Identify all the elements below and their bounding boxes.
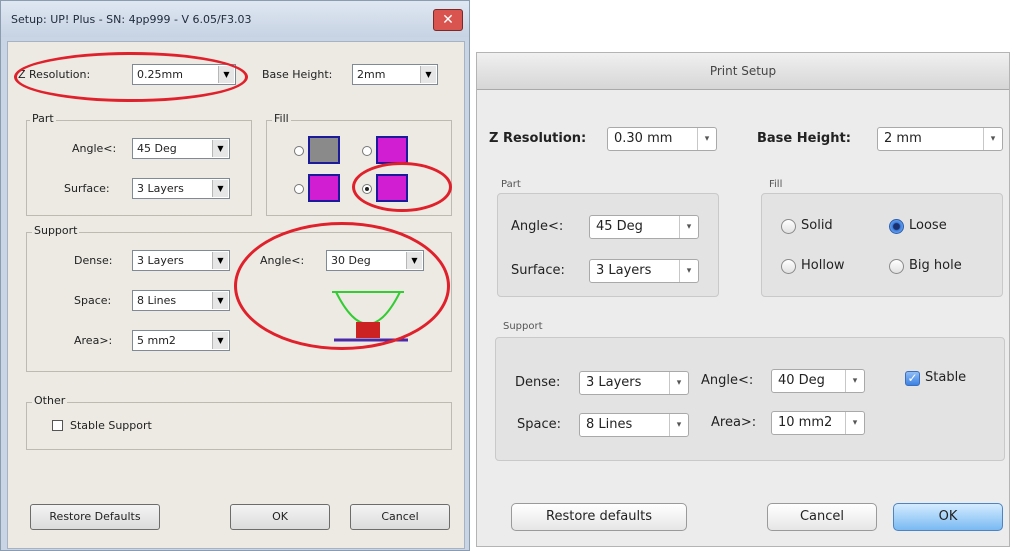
- stable-support-label: Stable Support: [70, 419, 152, 432]
- highlight-circle: [14, 52, 248, 102]
- support-group-label: Support: [503, 321, 543, 332]
- chevron-down-icon[interactable]: ▼: [212, 140, 228, 157]
- chevron-down-icon[interactable]: ▾: [697, 128, 716, 150]
- fill-option-2-radio[interactable]: [362, 146, 372, 156]
- part-surface-label: Surface:: [64, 182, 110, 195]
- restore-defaults-button[interactable]: Restore Defaults: [30, 504, 160, 530]
- fill-option-1-radio[interactable]: [294, 146, 304, 156]
- support-group-label: Support: [32, 224, 80, 237]
- support-area-select[interactable]: 5 mm2 ▼: [132, 330, 230, 351]
- fill-hollow-radio[interactable]: [781, 259, 796, 274]
- chevron-down-icon[interactable]: ▼: [212, 332, 228, 349]
- stable-checkbox[interactable]: ✓: [905, 371, 920, 386]
- z-resolution-select[interactable]: 0.30 mm ▾: [607, 127, 717, 151]
- chevron-down-icon[interactable]: ▾: [669, 414, 688, 436]
- z-resolution-label: Z Resolution:: [489, 131, 587, 146]
- fill-hollow-label: Hollow: [801, 258, 845, 273]
- chevron-down-icon[interactable]: ▼: [212, 292, 228, 309]
- part-surface-select[interactable]: 3 Layers ▼: [132, 178, 230, 199]
- support-area-label: Area>:: [74, 334, 113, 347]
- highlight-circle: [234, 222, 450, 350]
- ok-button[interactable]: OK: [893, 503, 1003, 531]
- cancel-button[interactable]: Cancel: [350, 504, 450, 530]
- support-group: [495, 337, 1005, 461]
- fill-solid-swatch[interactable]: [308, 136, 340, 164]
- base-height-label: Base Height:: [262, 68, 333, 81]
- support-dense-select[interactable]: 3 Layers ▾: [579, 371, 689, 395]
- part-angle-label: Angle<:: [511, 219, 564, 234]
- base-height-select[interactable]: 2 mm ▾: [877, 127, 1003, 151]
- part-group: [26, 120, 252, 216]
- base-height-label: Base Height:: [757, 131, 851, 146]
- support-space-label: Space:: [517, 417, 561, 432]
- fill-big-hole-label: Big hole: [909, 258, 962, 273]
- chevron-down-icon[interactable]: ▼: [212, 180, 228, 197]
- mac-print-setup-dialog: Print Setup Z Resolution: 0.30 mm ▾ Base…: [476, 52, 1010, 547]
- stable-label: Stable: [925, 370, 967, 385]
- windows-title-bar: Setup: UP! Plus - SN: 4pp999 - V 6.05/F3…: [1, 1, 469, 37]
- support-space-label: Space:: [74, 294, 112, 307]
- other-group-label: Other: [32, 394, 68, 407]
- fill-option-3-radio[interactable]: [294, 184, 304, 194]
- close-icon: ✕: [442, 12, 454, 28]
- mac-title-bar: Print Setup: [477, 53, 1009, 90]
- part-angle-select[interactable]: 45 Deg ▾: [589, 215, 699, 239]
- fill-hollow-swatch[interactable]: [308, 174, 340, 202]
- part-group-label: Part: [30, 112, 56, 125]
- chevron-down-icon[interactable]: ▼: [212, 252, 228, 269]
- windows-dialog-title: Setup: UP! Plus - SN: 4pp999 - V 6.05/F3…: [11, 13, 252, 26]
- checkmark-icon: ✓: [907, 371, 918, 385]
- windows-setup-dialog: Setup: UP! Plus - SN: 4pp999 - V 6.05/F3…: [0, 0, 470, 551]
- support-space-select[interactable]: 8 Lines ▾: [579, 413, 689, 437]
- support-area-label: Area>:: [711, 415, 757, 430]
- chevron-down-icon[interactable]: ▾: [845, 370, 864, 392]
- support-angle-label: Angle<:: [701, 373, 754, 388]
- chevron-down-icon[interactable]: ▾: [679, 216, 698, 238]
- fill-solid-label: Solid: [801, 218, 833, 233]
- restore-defaults-button[interactable]: Restore defaults: [511, 503, 687, 531]
- support-space-select[interactable]: 8 Lines ▼: [132, 290, 230, 311]
- part-angle-select[interactable]: 45 Deg ▼: [132, 138, 230, 159]
- support-dense-label: Dense:: [515, 375, 561, 390]
- highlight-circle: [352, 162, 452, 212]
- chevron-down-icon[interactable]: ▼: [420, 66, 436, 83]
- cancel-button[interactable]: Cancel: [767, 503, 877, 531]
- ok-button[interactable]: OK: [230, 504, 330, 530]
- fill-loose-swatch[interactable]: [376, 136, 408, 164]
- fill-group: [761, 193, 1003, 297]
- support-area-select[interactable]: 10 mm2 ▾: [771, 411, 865, 435]
- fill-group-label: Fill: [272, 112, 291, 125]
- fill-big-hole-radio[interactable]: [889, 259, 904, 274]
- chevron-down-icon[interactable]: ▾: [845, 412, 864, 434]
- fill-loose-label: Loose: [909, 218, 947, 233]
- support-dense-select[interactable]: 3 Layers ▼: [132, 250, 230, 271]
- fill-group-label: Fill: [769, 179, 783, 190]
- chevron-down-icon[interactable]: ▾: [679, 260, 698, 282]
- chevron-down-icon[interactable]: ▾: [983, 128, 1002, 150]
- part-surface-label: Surface:: [511, 263, 565, 278]
- chevron-down-icon[interactable]: ▾: [669, 372, 688, 394]
- part-surface-select[interactable]: 3 Layers ▾: [589, 259, 699, 283]
- part-angle-label: Angle<:: [72, 142, 117, 155]
- mac-dialog-title: Print Setup: [709, 64, 777, 78]
- support-angle-select[interactable]: 40 Deg ▾: [771, 369, 865, 393]
- close-button[interactable]: ✕: [433, 9, 463, 31]
- windows-dialog-body: Z Resolution: 0.25mm ▼ Base Height: 2mm …: [7, 41, 465, 549]
- fill-solid-radio[interactable]: [781, 219, 796, 234]
- base-height-select[interactable]: 2mm ▼: [352, 64, 438, 85]
- stable-support-checkbox[interactable]: [52, 420, 63, 431]
- support-dense-label: Dense:: [74, 254, 113, 267]
- fill-loose-radio[interactable]: [889, 219, 904, 234]
- part-group-label: Part: [501, 179, 521, 190]
